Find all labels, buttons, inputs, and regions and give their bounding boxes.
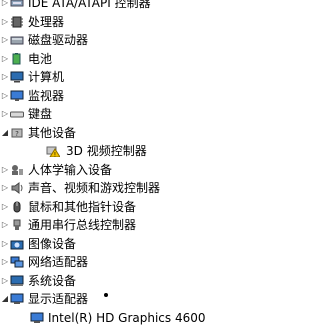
tree-item-keyboards[interactable]: ▷ 键盘	[0, 105, 215, 124]
tree-item-label: 人体学输入设备	[28, 161, 112, 180]
svg-text:!: !	[54, 152, 56, 158]
tree-item-ide[interactable]: ▷ IDE ATA/ATAPI 控制器	[0, 0, 215, 13]
monitor-icon	[10, 90, 24, 102]
hid-icon	[10, 164, 24, 176]
processor-icon	[10, 16, 24, 28]
tree-item-sound[interactable]: ▷ 声音、视频和游戏控制器	[0, 179, 215, 198]
expand-arrow-icon[interactable]: ▷	[1, 216, 9, 235]
tree-item-label: Intel(R) HD Graphics 4600	[48, 309, 206, 327]
expand-arrow-icon[interactable]: ▷	[1, 179, 9, 198]
usb-icon	[10, 219, 24, 231]
tree-item-label: 磁盘驱动器	[28, 31, 88, 50]
tree-item-other-devices[interactable]: ◢ ? 其他设备	[0, 124, 215, 143]
tree-item-monitors[interactable]: ▷ 监视器	[0, 87, 215, 106]
tree-item-system-devices[interactable]: ▷ 系统设备	[0, 272, 215, 291]
tree-item-label: 系统设备	[28, 272, 76, 291]
system-icon	[10, 275, 24, 287]
expand-arrow-icon[interactable]: ▷	[1, 253, 9, 272]
display-adapter-icon	[30, 312, 44, 324]
imaging-icon	[10, 238, 24, 250]
tree-item-label: 其他设备	[28, 124, 76, 143]
expand-arrow-icon[interactable]: ▷	[1, 13, 9, 32]
other-devices-icon: ?	[10, 127, 24, 139]
mouse-icon	[10, 201, 24, 213]
tree-item-label: 计算机	[28, 68, 64, 87]
expand-arrow-icon[interactable]: ▷	[1, 68, 9, 87]
expand-arrow-icon[interactable]: ▷	[1, 161, 9, 180]
tree-item-label: 监视器	[28, 87, 64, 106]
tree-item-label: 键盘	[28, 105, 52, 124]
battery-icon	[10, 53, 24, 65]
tree-item-intel-hd-graphics[interactable]: Intel(R) HD Graphics 4600	[0, 309, 215, 327]
collapse-arrow-icon[interactable]: ◢	[1, 124, 9, 143]
tree-item-label: 图像设备	[28, 235, 76, 254]
tree-item-mice[interactable]: ▷ 鼠标和其他指针设备	[0, 198, 215, 217]
tree-item-label: 通用串行总线控制器	[28, 216, 136, 235]
expand-arrow-icon[interactable]: ▷	[1, 105, 9, 124]
tree-item-3d-video-controller[interactable]: ! 3D 视频控制器	[0, 142, 215, 161]
expand-arrow-icon[interactable]: ▷	[1, 0, 9, 13]
network-icon	[10, 256, 24, 268]
tree-item-label: 显示适配器	[28, 290, 88, 309]
svg-text:?: ?	[15, 130, 19, 138]
ide-controller-icon	[10, 0, 24, 9]
tree-item-battery[interactable]: ▷ 电池	[0, 50, 215, 69]
expand-arrow-icon[interactable]: ▷	[1, 50, 9, 69]
stray-dot	[104, 293, 108, 297]
warning-device-icon: !	[46, 145, 60, 157]
tree-item-processor[interactable]: ▷ 处理器	[0, 13, 215, 32]
tree-item-label: 3D 视频控制器	[66, 142, 147, 161]
display-adapter-icon	[10, 293, 24, 305]
tree-item-computer[interactable]: ▷ 计算机	[0, 68, 215, 87]
expand-arrow-icon[interactable]: ▷	[1, 235, 9, 254]
computer-icon	[10, 71, 24, 83]
expand-arrow-icon[interactable]: ▷	[1, 31, 9, 50]
tree-item-label: 声音、视频和游戏控制器	[28, 179, 160, 198]
expand-arrow-icon[interactable]: ▷	[1, 87, 9, 106]
tree-item-hid[interactable]: ▷ 人体学输入设备	[0, 161, 215, 180]
tree-item-usb[interactable]: ▷ 通用串行总线控制器	[0, 216, 215, 235]
tree-item-imaging[interactable]: ▷ 图像设备	[0, 235, 215, 254]
tree-item-label: 电池	[28, 50, 52, 69]
tree-item-network[interactable]: ▷ 网络适配器	[0, 253, 215, 272]
tree-item-label: IDE ATA/ATAPI 控制器	[28, 0, 151, 13]
expand-arrow-icon[interactable]: ▷	[1, 272, 9, 291]
expand-arrow-icon[interactable]: ▷	[1, 198, 9, 217]
keyboard-icon	[10, 108, 24, 120]
tree-item-label: 鼠标和其他指针设备	[28, 198, 136, 217]
tree-item-label: 处理器	[28, 13, 64, 32]
tree-item-label: 网络适配器	[28, 253, 88, 272]
disk-drive-icon	[10, 34, 24, 46]
device-tree: ▷ IDE ATA/ATAPI 控制器 ▷ 处理器 ▷ 磁盘驱动器 ▷ 电池	[0, 0, 215, 327]
sound-icon	[10, 182, 24, 194]
tree-item-disk-drives[interactable]: ▷ 磁盘驱动器	[0, 31, 215, 50]
collapse-arrow-icon[interactable]: ◢	[1, 290, 9, 309]
